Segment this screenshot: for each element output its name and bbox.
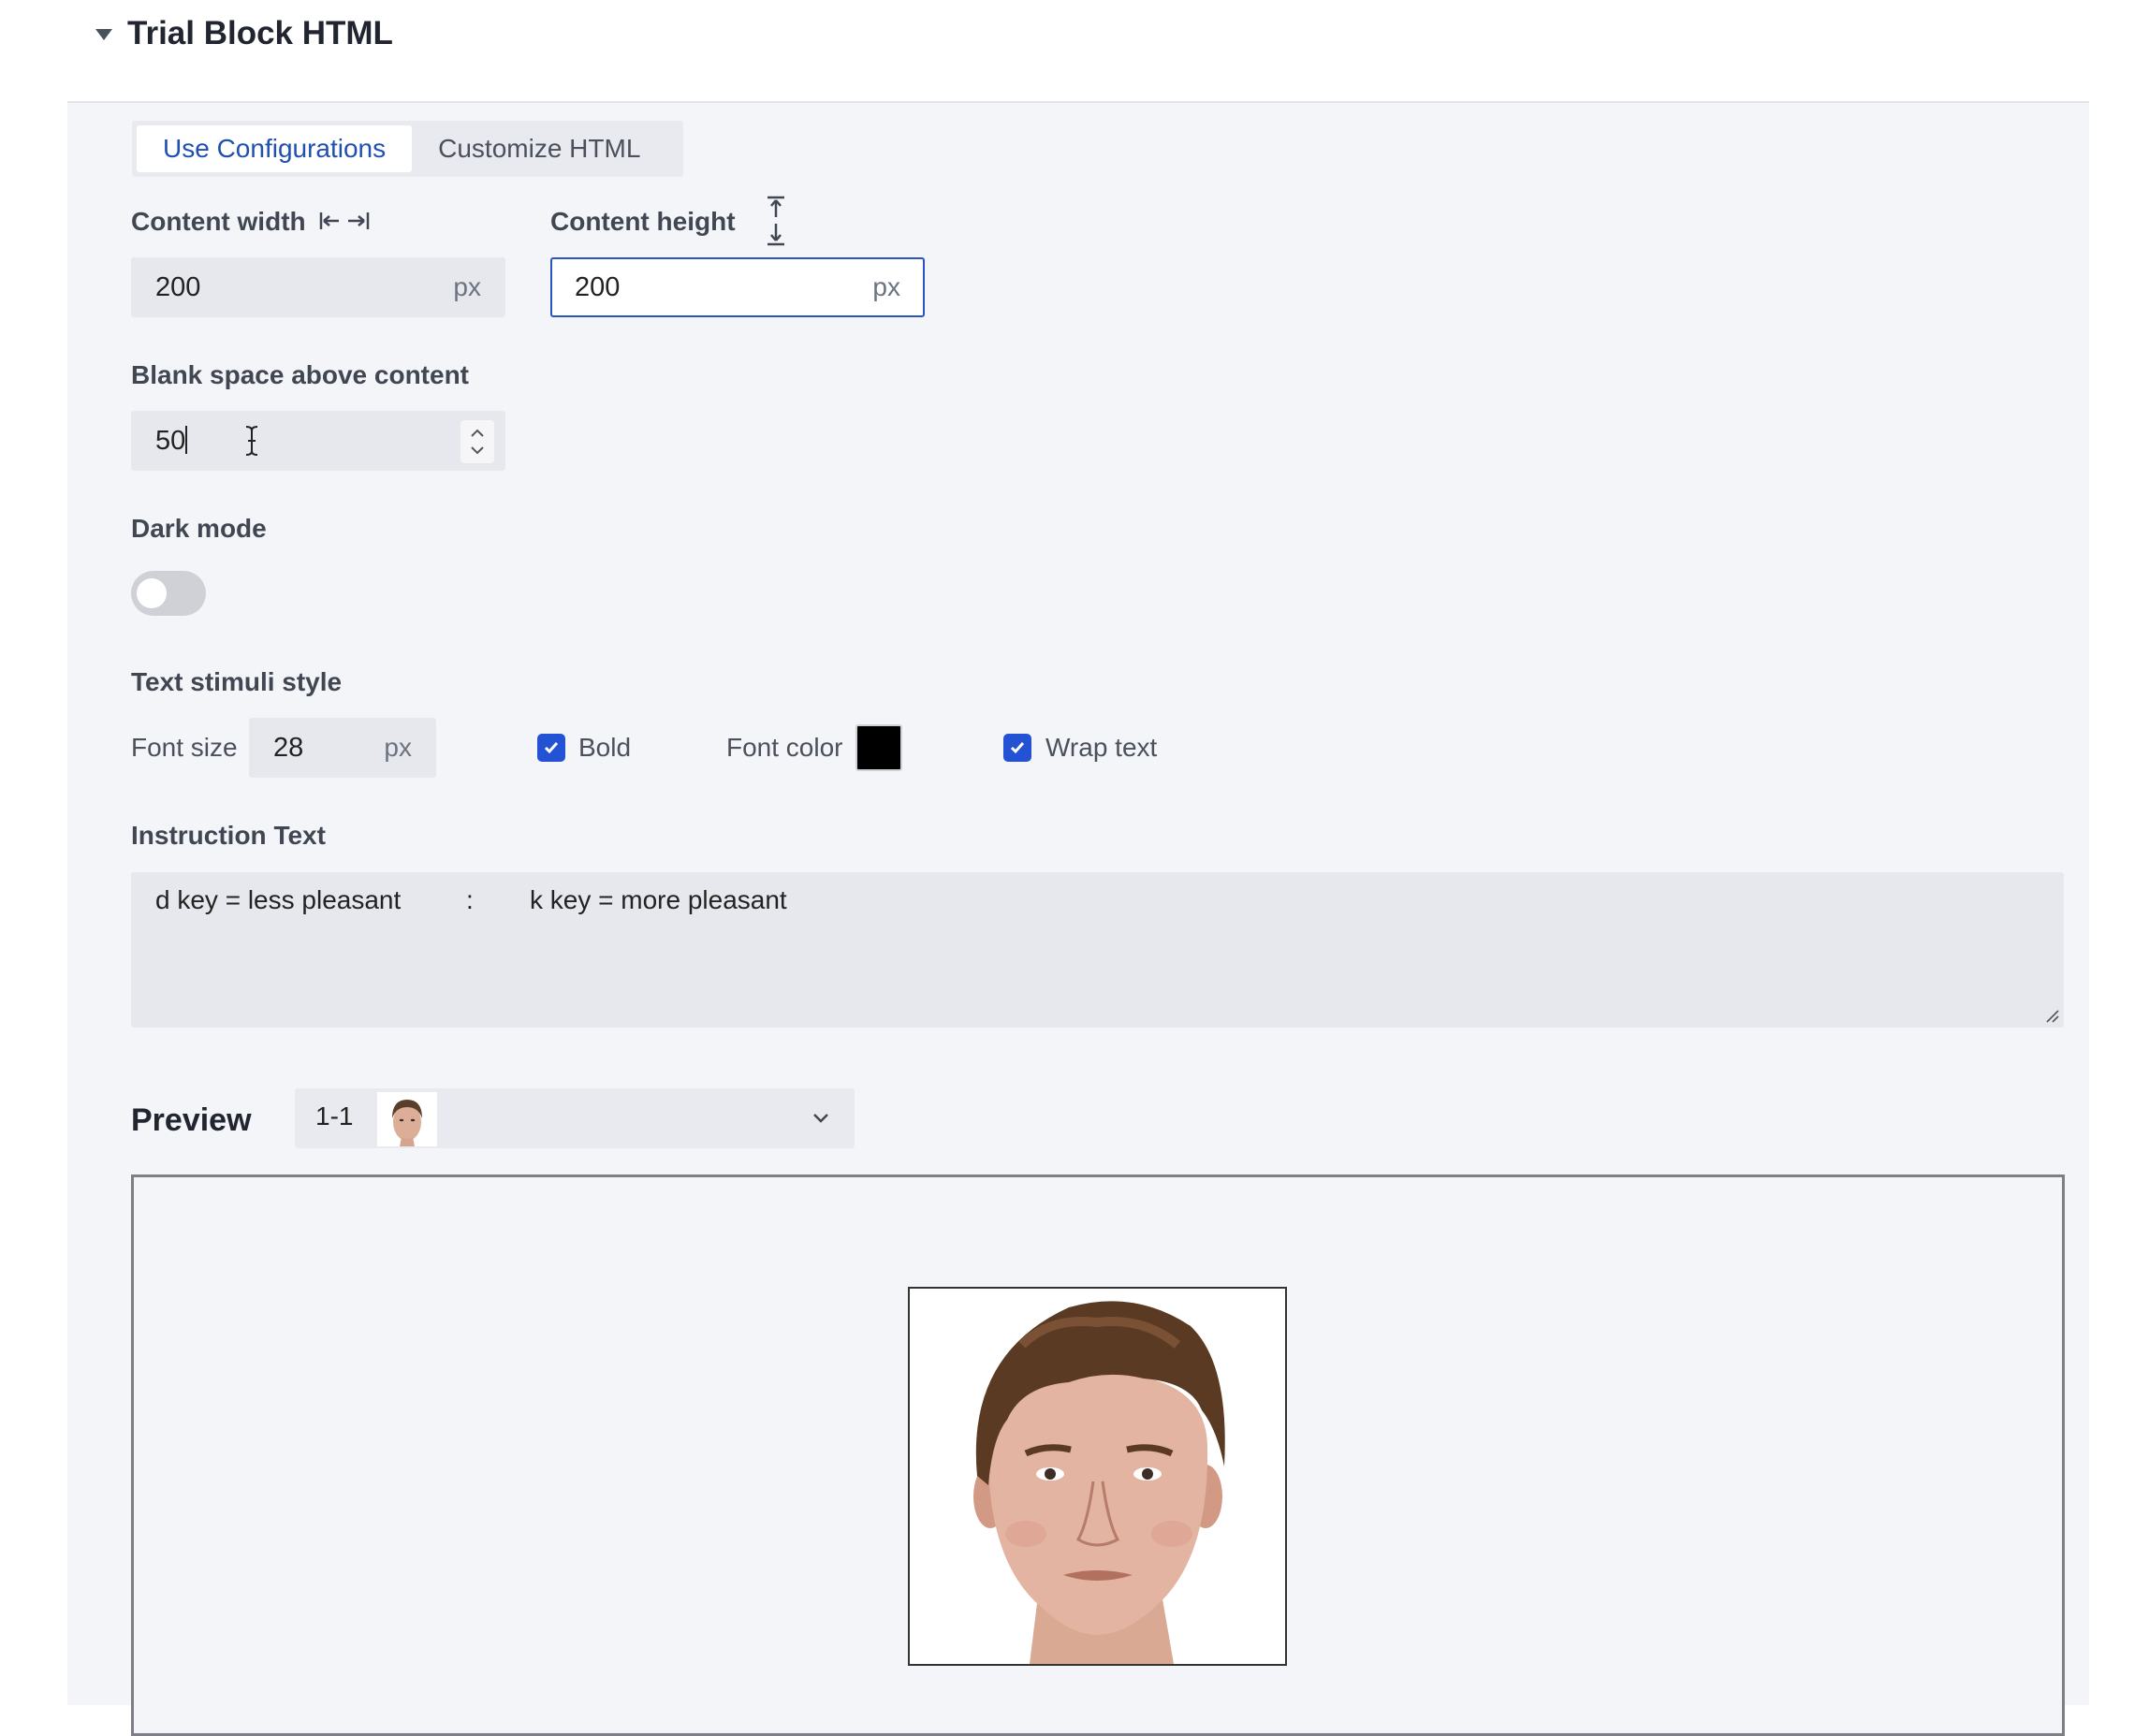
content-height-input[interactable]: 200 px — [550, 257, 925, 317]
tab-use-configurations[interactable]: Use Configurations — [137, 125, 413, 172]
number-stepper[interactable] — [460, 420, 494, 463]
font-size-value: 28 — [273, 732, 304, 763]
blank-space-value: 50 — [155, 425, 186, 456]
dark-mode-toggle[interactable] — [131, 571, 206, 616]
chevron-down-icon[interactable] — [460, 441, 494, 461]
checkmark-icon — [1010, 742, 1025, 754]
content-height-label: Content height — [550, 205, 736, 239]
content-height-unit: px — [872, 272, 900, 301]
text-caret — [185, 425, 188, 454]
wrap-text-checkbox[interactable] — [1003, 734, 1031, 762]
instruction-left-text: d key = less pleasant — [155, 885, 402, 914]
chevron-down-icon[interactable] — [810, 1107, 832, 1130]
font-color-swatch[interactable] — [855, 724, 902, 771]
preview-label: Preview — [131, 1102, 252, 1138]
content-height-value: 200 — [575, 271, 621, 302]
collapse-caret-icon[interactable] — [94, 24, 114, 45]
stimulus-thumbnail — [377, 1092, 437, 1146]
blank-space-value-wrap: 50 — [155, 425, 481, 457]
bold-checkbox[interactable] — [537, 734, 565, 762]
preview-select[interactable]: 1-1 — [295, 1088, 855, 1148]
vertical-arrows-icon — [768, 196, 784, 246]
horizontal-arrows-icon — [320, 212, 370, 229]
font-size-unit: px — [384, 733, 412, 762]
content-width-value: 200 — [155, 271, 201, 302]
section-title[interactable]: Trial Block HTML — [127, 13, 393, 54]
stimulus-face-image — [908, 1287, 1287, 1666]
font-size-input[interactable]: 28 px — [249, 718, 436, 778]
font-size-label: Font size — [131, 733, 238, 762]
checkmark-icon — [544, 742, 559, 754]
content-width-label-text: Content width — [131, 207, 306, 236]
content-width-input[interactable]: 200 px — [131, 257, 505, 317]
chevron-up-icon[interactable] — [460, 422, 494, 443]
text-cursor-icon — [245, 426, 258, 456]
text-style-label: Text stimuli style — [131, 667, 343, 696]
instruction-separator: : — [466, 885, 474, 914]
instruction-label: Instruction Text — [131, 821, 326, 850]
instruction-right-text: k key = more pleasant — [530, 885, 787, 914]
tab-customize-html[interactable]: Customize HTML — [412, 125, 666, 172]
wrap-text-label[interactable]: Wrap text — [1045, 731, 1157, 765]
bold-label[interactable]: Bold — [578, 731, 631, 765]
tab-bar: Use Configurations Customize HTML — [132, 121, 683, 177]
resize-handle-icon[interactable] — [2041, 1005, 2060, 1024]
blank-space-label: Blank space above content — [131, 360, 470, 389]
toggle-knob — [137, 578, 167, 608]
content-width-label: Content width — [131, 205, 371, 239]
preview-select-value: 1-1 — [315, 1101, 354, 1131]
content-height-label-text: Content height — [550, 207, 736, 236]
instruction-textarea[interactable]: d key = less pleasant : k key = more ple… — [131, 872, 2064, 1028]
content-width-unit: px — [453, 272, 481, 301]
dark-mode-label: Dark mode — [131, 514, 267, 543]
font-color-label: Font color — [726, 733, 843, 762]
blank-space-input[interactable]: 50 — [131, 411, 505, 471]
